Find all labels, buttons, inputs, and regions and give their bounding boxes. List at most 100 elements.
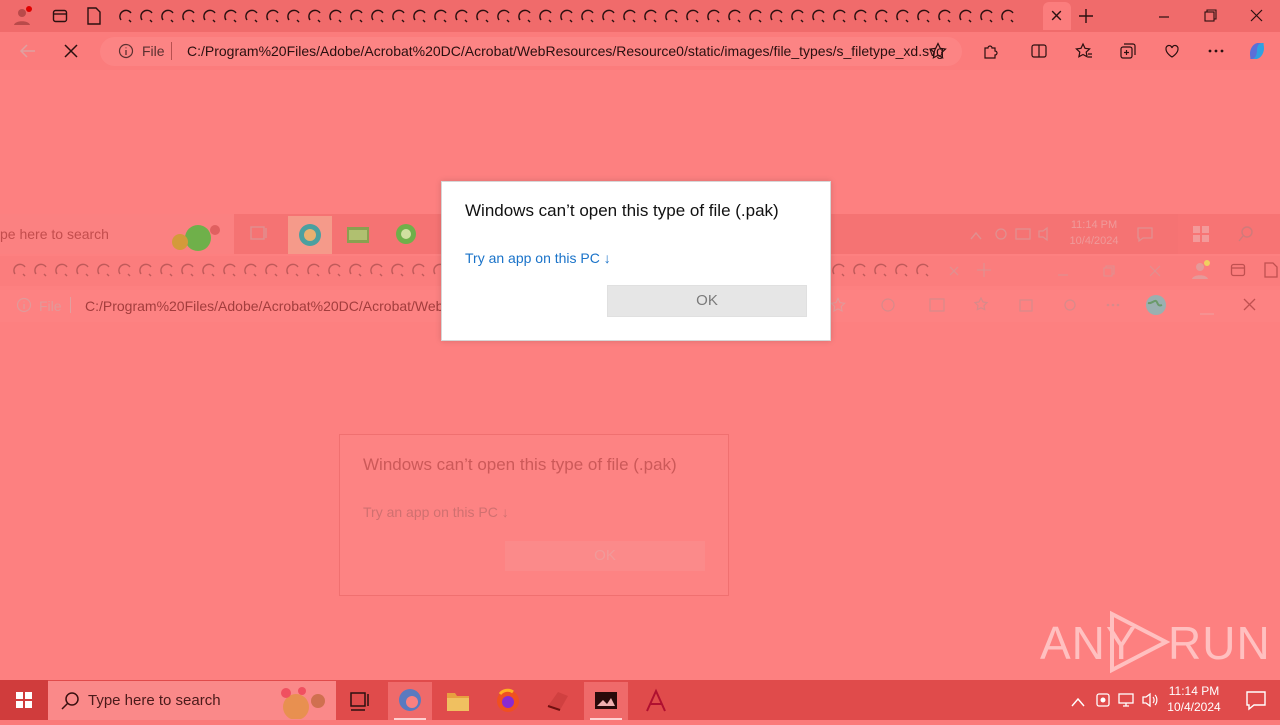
loading-tab-icon[interactable] [895, 8, 911, 24]
loading-tab-icon[interactable] [454, 8, 470, 24]
task-view-icon [350, 692, 369, 711]
loading-tab-icon [54, 262, 70, 278]
loading-tab-icon[interactable] [769, 8, 785, 24]
loading-tab-icon[interactable] [475, 8, 491, 24]
split-screen-icon[interactable] [1030, 42, 1048, 60]
loading-tab-icon[interactable] [559, 8, 575, 24]
close-window-icon[interactable] [1250, 9, 1263, 22]
loading-tab-icon[interactable] [727, 8, 743, 24]
loading-tab-icon[interactable] [622, 8, 638, 24]
loading-tab-icon[interactable] [706, 8, 722, 24]
loading-tab-icon[interactable] [748, 8, 764, 24]
restore-icon[interactable] [1204, 9, 1217, 22]
loading-tab-icon[interactable] [937, 8, 953, 24]
collections-icon[interactable] [1119, 42, 1137, 60]
back-icon[interactable] [19, 42, 37, 60]
clock-date: 10/4/2024 [1167, 700, 1221, 714]
loading-tab-icon [96, 262, 112, 278]
ghost-dialog-link: Try an app on this PC ↓ [363, 504, 509, 520]
loading-tab-icon[interactable] [874, 8, 890, 24]
tab-actions-icon[interactable] [52, 8, 68, 24]
loading-tab-icon[interactable] [286, 8, 302, 24]
loading-tab-icon[interactable] [790, 8, 806, 24]
more-menu-icon[interactable] [1207, 42, 1225, 60]
loading-tab-icon[interactable] [181, 8, 197, 24]
loading-tab-icon[interactable] [223, 8, 239, 24]
show-hidden-icons-icon[interactable] [1071, 694, 1085, 707]
ghost-clock-time: 11:14 PM [1070, 219, 1118, 231]
task-view-button[interactable] [338, 682, 382, 720]
volume-icon[interactable] [1141, 691, 1159, 709]
loading-tab-icon[interactable] [979, 8, 995, 24]
new-tab-icon[interactable] [1077, 7, 1095, 25]
anyrun-watermark: ANY RUN [1040, 610, 1270, 674]
loading-tab-icon[interactable] [580, 8, 596, 24]
minimize-icon[interactable] [1158, 10, 1170, 22]
loading-tab-icon[interactable] [1000, 8, 1016, 24]
loading-tab-icon[interactable] [538, 8, 554, 24]
loading-tab-icon[interactable] [391, 8, 407, 24]
url-text[interactable]: C:/Program%20Files/Adobe/Acrobat%20DC/Ac… [187, 43, 944, 59]
loading-tab-icon[interactable] [412, 8, 428, 24]
loading-tab-icon[interactable] [643, 8, 659, 24]
loading-tab-icon[interactable] [328, 8, 344, 24]
loading-tab-icon[interactable] [685, 8, 701, 24]
ghost-dialog-ok: OK [505, 541, 705, 571]
ok-button[interactable]: OK [607, 285, 807, 317]
ghost-tray-icons [994, 226, 1056, 242]
loading-tab-icon [873, 262, 889, 278]
favorite-star-icon[interactable] [929, 42, 947, 60]
loading-tab-icon[interactable] [139, 8, 155, 24]
loading-tab-icon[interactable] [307, 8, 323, 24]
loading-tab-icon[interactable] [370, 8, 386, 24]
copilot-icon[interactable] [1246, 40, 1268, 62]
loading-tab-icon[interactable] [811, 8, 827, 24]
loading-tab-icon[interactable] [853, 8, 869, 24]
loading-tab-icon[interactable] [118, 8, 134, 24]
loading-tab-icon[interactable] [916, 8, 932, 24]
app-button-5[interactable] [584, 682, 628, 720]
loading-tab-icon[interactable] [433, 8, 449, 24]
loading-tab-icon [222, 262, 238, 278]
loading-tab-icon[interactable] [496, 8, 512, 24]
network-icon[interactable] [1117, 691, 1135, 709]
info-icon[interactable] [118, 43, 134, 59]
close-tab-icon[interactable] [1050, 9, 1063, 22]
browser-essentials-icon[interactable] [1163, 42, 1181, 60]
loading-tab-icon[interactable] [958, 8, 974, 24]
loading-tab-icon[interactable] [202, 8, 218, 24]
ghost-clock-date: 10/4/2024 [1069, 235, 1119, 247]
app-button-4[interactable] [536, 682, 580, 720]
loading-tab-icon[interactable] [517, 8, 533, 24]
notification-center-button[interactable] [1232, 680, 1280, 720]
file-explorer-button[interactable] [436, 682, 480, 720]
loading-tab-icon [348, 262, 364, 278]
page-tab-icon[interactable] [86, 7, 102, 25]
loading-tab-icon[interactable] [160, 8, 176, 24]
acrobat-button[interactable] [634, 682, 678, 720]
favorites-icon[interactable] [1075, 42, 1093, 60]
start-button[interactable] [0, 680, 48, 720]
loading-tab-icon[interactable] [244, 8, 260, 24]
weather-widget-icon[interactable] [260, 683, 332, 719]
ghost-start-icon [1192, 225, 1210, 243]
taskbar-search-box[interactable]: Type here to search [48, 681, 336, 720]
firefox-button[interactable] [486, 682, 530, 720]
loading-tab-icon[interactable] [832, 8, 848, 24]
loading-tab-icon [159, 262, 175, 278]
taskbar-clock[interactable]: 11:14 PM 10/4/2024 [1160, 683, 1228, 715]
try-app-link[interactable]: Try an app on this PC ↓ [465, 250, 611, 266]
loading-tab-icon[interactable] [265, 8, 281, 24]
loading-tab-icon[interactable] [349, 8, 365, 24]
profile-icon[interactable] [12, 6, 32, 26]
ghost-close-window-icon [1149, 264, 1161, 277]
loading-tab-icon[interactable] [664, 8, 680, 24]
stop-loading-icon[interactable] [63, 43, 79, 59]
tray-app-icon[interactable] [1094, 691, 1112, 709]
loading-tab-icon[interactable] [601, 8, 617, 24]
extensions-icon[interactable] [982, 42, 1000, 60]
ghost-weather-icon [160, 216, 230, 252]
open-with-dialog: Windows can’t open this type of file (.p… [441, 181, 831, 341]
edge-taskbar-button[interactable] [388, 682, 432, 720]
edge-icon [399, 689, 421, 711]
